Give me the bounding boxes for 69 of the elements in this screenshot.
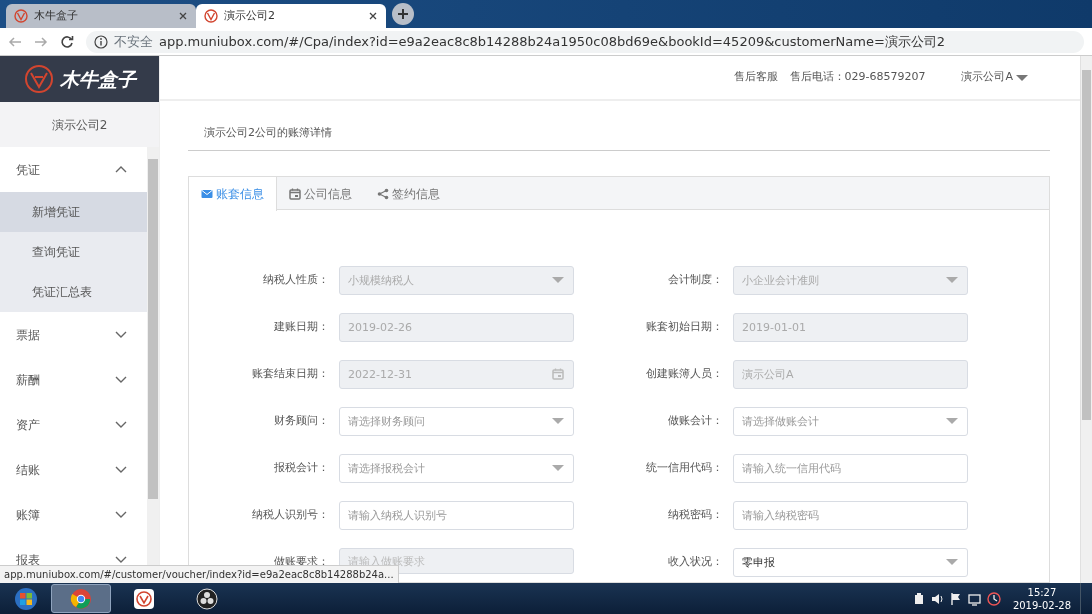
chrome-icon <box>70 587 92 610</box>
calendar-icon <box>552 367 564 380</box>
monitor-icon[interactable] <box>967 591 981 606</box>
flag-icon[interactable] <box>949 591 962 606</box>
field-label: 报税会计： <box>273 459 330 476</box>
circles-icon <box>196 587 218 610</box>
caret-down-icon <box>552 417 564 424</box>
reload-icon[interactable] <box>60 34 74 49</box>
tab[interactable]: 账套信息 <box>189 176 277 211</box>
caret-down-icon <box>552 464 564 471</box>
submenu-item[interactable]: 凭证汇总表 <box>0 272 147 312</box>
service-link[interactable]: 售后客服 <box>733 69 778 86</box>
caret-down-icon <box>946 558 958 565</box>
field-label: 财务顾问： <box>273 412 330 429</box>
close-icon[interactable] <box>368 11 378 21</box>
caret-down-icon <box>552 276 564 283</box>
field-label: 纳税人性质： <box>262 271 330 288</box>
menu-item[interactable]: 凭证 <box>0 147 147 192</box>
browser-tab[interactable]: 木牛盒子 <box>6 4 196 28</box>
select-field[interactable]: 请选择做账会计 <box>733 406 968 436</box>
field-label: 纳税密码： <box>667 506 724 523</box>
field-label: 做账会计： <box>667 412 724 429</box>
field-label: 会计制度： <box>667 271 724 288</box>
caret-down-icon <box>946 276 958 283</box>
tab[interactable]: 签约信息 <box>365 176 453 211</box>
input-field[interactable]: 请输入纳税密码 <box>733 500 968 530</box>
info-icon[interactable] <box>94 34 108 49</box>
menu-item[interactable]: 账簿 <box>0 492 147 537</box>
input-field[interactable]: 请输入纳税人识别号 <box>339 500 574 530</box>
close-icon[interactable] <box>178 11 188 21</box>
status-tooltip: app.muniubox.com/#/customer/voucher/index?id=e9a2eac8c8b14288b24a... <box>0 565 399 583</box>
tab[interactable]: 公司信息 <box>277 176 365 211</box>
input-field[interactable]: 请输入统一信用代码 <box>733 453 968 483</box>
menu-item[interactable]: 薪酬 <box>0 357 147 402</box>
clock[interactable]: 15:27 2019-02-28 <box>1012 585 1071 612</box>
caret-down-icon <box>946 417 958 424</box>
company-name: 演示公司2 <box>0 102 159 147</box>
menu-item[interactable]: 票据 <box>0 312 147 357</box>
field-label: 纳税人识别号： <box>251 506 330 523</box>
windows-logo-icon <box>14 586 38 611</box>
select-field[interactable]: 请选择报税会计 <box>339 453 574 483</box>
field-label: 收入状况： <box>667 553 724 570</box>
browser-tab[interactable]: 演示公司2 <box>196 4 386 28</box>
url-text[interactable]: app.muniubox.com/#/Cpa/index?id=e9a2eac8c8b14288b24a1950c08bd69e&bookId=45209&customerName=演示公司2 <box>159 31 946 52</box>
select-field[interactable]: 零申报 <box>733 547 968 577</box>
envelope-icon <box>201 187 213 200</box>
logo: 木牛盒子 <box>0 56 159 102</box>
submenu-item[interactable]: 查询凭证 <box>0 232 147 272</box>
calendar-icon <box>289 187 301 200</box>
plus-icon[interactable] <box>397 8 409 20</box>
menu-item[interactable]: 结账 <box>0 447 147 492</box>
clock-icon[interactable] <box>986 591 1001 606</box>
speaker-icon[interactable] <box>930 591 944 606</box>
scrollbar[interactable] <box>1080 56 1092 583</box>
phone-text: 售后电话：029-68579207 <box>789 69 926 86</box>
field-label: 创建账簿人员： <box>645 365 724 382</box>
page-title: 演示公司2公司的账簿详情 <box>188 125 1050 151</box>
new-tab-button[interactable] <box>392 3 414 25</box>
field-label: 账套结束日期： <box>251 365 330 382</box>
field-label: 统一信用代码： <box>645 459 724 476</box>
battery-icon[interactable] <box>912 592 925 605</box>
submenu-item[interactable]: 新增凭证 <box>0 192 147 232</box>
menu-item[interactable]: 资产 <box>0 402 147 447</box>
field-label: 建账日期： <box>273 318 330 335</box>
user-menu[interactable]: 演示公司A <box>961 69 1028 86</box>
security-label: 不安全 <box>114 32 153 51</box>
field-label: 账套初始日期： <box>645 318 724 335</box>
share-icon <box>377 187 389 200</box>
select-field[interactable]: 请选择财务顾问 <box>339 406 574 436</box>
